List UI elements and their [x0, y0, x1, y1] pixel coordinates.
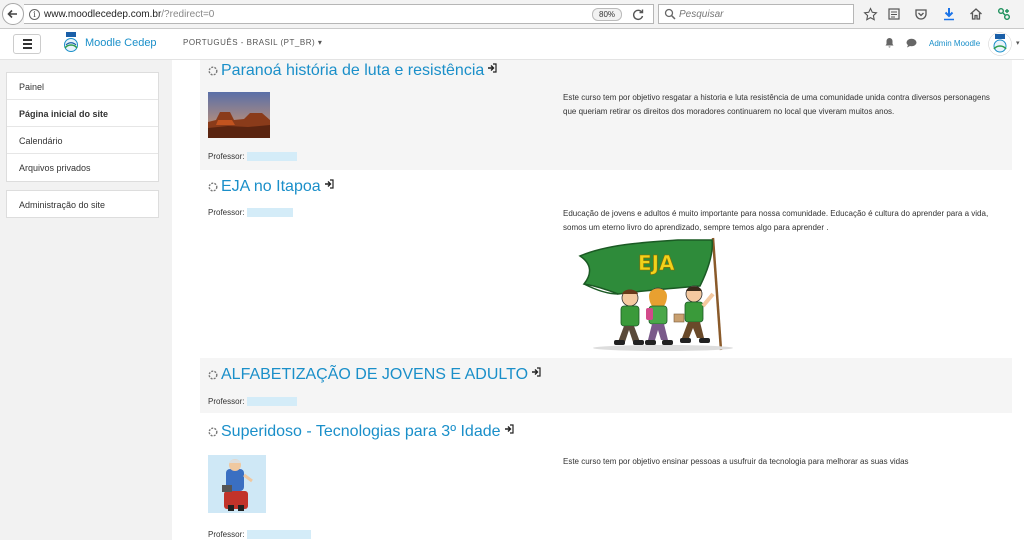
- teacher-name-redacted: [247, 530, 312, 540]
- teacher-name-redacted: [247, 152, 298, 162]
- pocket-icon[interactable]: [912, 5, 930, 23]
- user-menu-name[interactable]: Admin Moodle: [929, 39, 980, 48]
- course-title-link[interactable]: Paranoá história de luta e resistência: [221, 62, 484, 80]
- course-title-link[interactable]: ALFABETIZAÇÃO DE JOVENS E ADULTO: [221, 366, 528, 384]
- course-info-icon[interactable]: [208, 370, 218, 380]
- extensions-icon[interactable]: [995, 5, 1013, 23]
- reading-list-icon[interactable]: [885, 5, 903, 23]
- navigation-block: Painel Página inicial do site Calendário…: [6, 72, 159, 182]
- url-path: /?redirect=0: [161, 9, 215, 20]
- teacher-label: Professor:: [208, 152, 245, 161]
- nav-item-site-home[interactable]: Página inicial do site: [7, 100, 158, 127]
- site-navbar: Moodle Cedep PORTUGUÊS - BRASIL (PT_BR) …: [0, 29, 1024, 60]
- course-teacher: Professor:: [208, 208, 294, 218]
- teacher-name-redacted: [247, 208, 294, 218]
- teacher-name-redacted: [247, 397, 298, 407]
- eja-flag-text: EJA: [638, 251, 675, 275]
- eja-students-illustration: EJA: [578, 237, 733, 351]
- caret-down-icon: ▾: [317, 38, 323, 47]
- enrol-icon[interactable]: [487, 63, 497, 73]
- course-info-icon[interactable]: [208, 66, 218, 76]
- course-info-icon[interactable]: [208, 427, 218, 437]
- course-teacher: Professor:: [208, 397, 298, 407]
- caret-down-icon[interactable]: ▾: [1016, 39, 1020, 47]
- zoom-level-button[interactable]: 80%: [592, 8, 623, 21]
- course-header: Paranoá história de luta e resistência: [208, 62, 497, 80]
- language-menu[interactable]: PORTUGUÊS - BRASIL (PT_BR) ▾: [183, 38, 322, 47]
- arrow-left-icon: [7, 9, 17, 19]
- course-box: Superidoso - Tecnologias para 3º Idade E…: [200, 418, 1012, 540]
- site-name-link[interactable]: Moodle Cedep: [85, 37, 157, 49]
- info-icon[interactable]: i: [29, 9, 40, 20]
- course-summary: Este curso tem por objetivo resgatar a h…: [563, 93, 990, 116]
- course-header: ALFABETIZAÇÃO DE JOVENS E ADULTO: [208, 366, 541, 384]
- bell-icon[interactable]: [884, 37, 895, 48]
- language-label: PORTUGUÊS - BRASIL (PT_BR): [183, 38, 316, 47]
- course-header: Superidoso - Tecnologias para 3º Idade: [208, 423, 514, 441]
- search-input[interactable]: Pesquisar: [658, 4, 854, 24]
- search-icon: [664, 8, 676, 20]
- bookmark-star-icon[interactable]: [861, 5, 879, 23]
- nav-item-dashboard[interactable]: Painel: [7, 73, 158, 100]
- left-column: Painel Página inicial do site Calendário…: [0, 60, 172, 540]
- course-summary: Educação de jovens e adultos é muito imp…: [563, 209, 989, 232]
- nav-item-site-administration[interactable]: Administração do site: [6, 190, 159, 218]
- menu-toggle-button[interactable]: [13, 34, 41, 54]
- teacher-label: Professor:: [208, 530, 245, 539]
- browser-toolbar: i www.moodlecedep.com.br/?redirect=0 80%…: [0, 0, 1024, 29]
- message-icon[interactable]: [906, 38, 917, 48]
- enrol-icon[interactable]: [504, 424, 514, 434]
- main-content: Paranoá história de luta e resistência P…: [188, 60, 1024, 540]
- enrol-icon[interactable]: [324, 179, 334, 189]
- course-summary: Este curso tem por objetivo ensinar pess…: [563, 457, 909, 466]
- search-placeholder: Pesquisar: [679, 9, 724, 20]
- cedep-logo[interactable]: [60, 32, 82, 54]
- course-header: EJA no Itapoa: [208, 178, 334, 196]
- enrol-icon[interactable]: [531, 367, 541, 377]
- url-host: www.moodlecedep.com.br: [44, 9, 162, 20]
- download-arrow-icon[interactable]: [940, 5, 958, 23]
- address-bar[interactable]: i www.moodlecedep.com.br/?redirect=0 80%: [24, 4, 654, 24]
- reload-icon[interactable]: [630, 7, 646, 23]
- course-image-canyon: [208, 92, 270, 138]
- course-title-link[interactable]: EJA no Itapoa: [221, 178, 321, 196]
- avatar[interactable]: [988, 32, 1012, 56]
- course-box: EJA no Itapoa Professor: Educação de jov…: [200, 176, 1012, 356]
- course-info-icon[interactable]: [208, 182, 218, 192]
- course-teacher: Professor:: [208, 530, 312, 540]
- course-teacher: Professor:: [208, 152, 298, 162]
- nav-item-calendar[interactable]: Calendário: [7, 127, 158, 154]
- course-image-elderly: [208, 455, 266, 513]
- back-button[interactable]: [2, 3, 24, 25]
- teacher-label: Professor:: [208, 397, 245, 406]
- course-box: Paranoá história de luta e resistência P…: [200, 60, 1012, 170]
- course-box: ALFABETIZAÇÃO DE JOVENS E ADULTO Profess…: [200, 358, 1012, 413]
- nav-item-private-files[interactable]: Arquivos privados: [7, 154, 158, 181]
- course-title-link[interactable]: Superidoso - Tecnologias para 3º Idade: [221, 423, 501, 441]
- home-icon[interactable]: [967, 5, 985, 23]
- url-text: www.moodlecedep.com.br/?redirect=0: [44, 9, 214, 20]
- teacher-label: Professor:: [208, 208, 245, 217]
